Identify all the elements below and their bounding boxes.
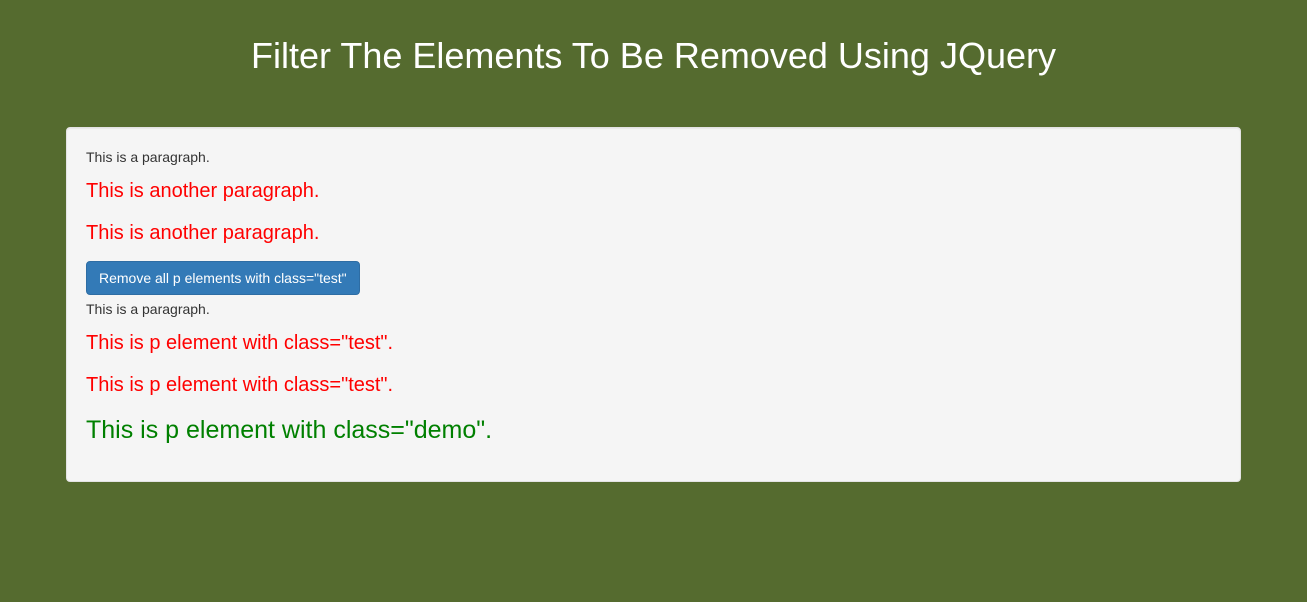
test-paragraph-2: This is another paragraph. [86,219,1221,247]
demo-paragraph-1: This is p element with class="demo". [86,413,1221,448]
test-paragraph-4: This is p element with class="test". [86,371,1221,399]
remove-test-elements-button[interactable]: Remove all p elements with class="test" [86,261,360,295]
page-title: Filter The Elements To Be Removed Using … [0,0,1307,127]
test-paragraph-3: This is p element with class="test". [86,329,1221,357]
test-paragraph-1: This is another paragraph. [86,177,1221,205]
plain-paragraph-1: This is a paragraph. [86,147,1221,167]
plain-paragraph-2: This is a paragraph. [86,299,1221,319]
main-container: This is a paragraph. This is another par… [66,127,1241,482]
well-panel: This is a paragraph. This is another par… [66,127,1241,482]
